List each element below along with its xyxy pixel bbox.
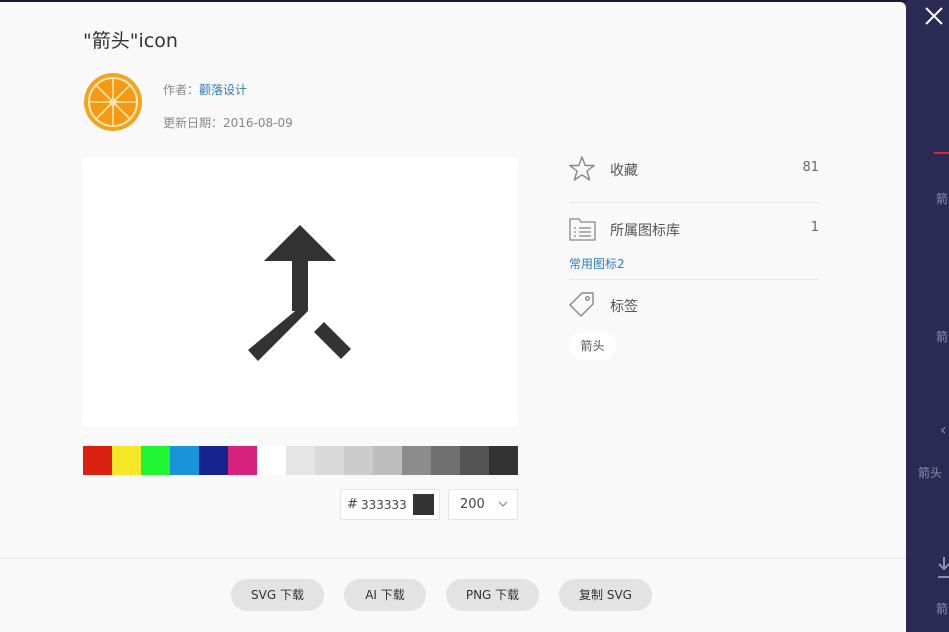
folder-list-icon	[569, 218, 596, 241]
merge-arrow-icon	[248, 225, 351, 361]
author-prefix: 作者：	[163, 83, 200, 97]
tag-icon	[569, 292, 594, 317]
date-prefix: 更新日期：	[163, 116, 224, 130]
footer-divider	[0, 558, 906, 559]
background-item-label: 箭	[936, 192, 949, 206]
icon-title: "箭头"icon	[83, 30, 178, 52]
library-label: 所属图标库	[610, 223, 680, 239]
color-swatch[interactable]	[402, 446, 431, 475]
color-swatch[interactable]	[141, 446, 170, 475]
background-download-icon	[938, 557, 949, 578]
favorite-row[interactable]: 收藏 81	[569, 156, 819, 182]
star-icon	[569, 156, 595, 181]
divider	[569, 279, 819, 280]
library-link[interactable]: 常用图标2	[569, 255, 625, 272]
background-chevron-icon: ‹	[940, 420, 947, 439]
tag-chip[interactable]: 箭头	[569, 332, 616, 360]
color-swatch[interactable]	[199, 446, 228, 475]
icon-preview	[83, 157, 517, 427]
icon-detail-modal: "箭头"icon 作者：颧落设计 更新日期：2016-08-09 # 33333…	[0, 2, 906, 632]
background-active-marker	[934, 152, 949, 154]
color-preview-swatch	[413, 494, 434, 515]
size-value: 200	[460, 497, 485, 512]
author-avatar[interactable]	[83, 72, 143, 132]
color-swatch[interactable]	[489, 446, 518, 475]
background-item-label: 箭头	[918, 466, 943, 480]
color-swatch[interactable]	[83, 446, 112, 475]
color-palette	[83, 446, 518, 475]
author-link[interactable]: 颧落设计	[199, 83, 247, 97]
tag-row: 标签	[569, 292, 819, 318]
color-swatch[interactable]	[170, 446, 199, 475]
color-swatch[interactable]	[344, 446, 373, 475]
favorite-count: 81	[802, 160, 819, 175]
size-select[interactable]: 200	[448, 489, 518, 520]
close-button[interactable]	[922, 4, 946, 28]
divider	[569, 202, 819, 203]
color-swatch[interactable]	[112, 446, 141, 475]
chevron-down-icon	[498, 501, 508, 507]
color-swatch[interactable]	[315, 446, 344, 475]
color-swatch[interactable]	[286, 446, 315, 475]
color-swatch[interactable]	[373, 446, 402, 475]
copy-svg-button[interactable]: 复制 SVG	[559, 579, 652, 611]
background-item-label: 箭	[936, 602, 949, 616]
ai-download-button[interactable]: AI 下载	[344, 579, 426, 611]
color-swatch[interactable]	[431, 446, 460, 475]
svg-download-button[interactable]: SVG 下载	[231, 579, 324, 611]
close-icon	[925, 7, 943, 25]
favorite-label: 收藏	[610, 163, 638, 179]
color-swatch[interactable]	[460, 446, 489, 475]
author-line: 作者：颧落设计	[163, 81, 247, 98]
background-item-label: 箭	[936, 330, 949, 344]
color-hex-input[interactable]: # 333333	[340, 489, 440, 520]
background-page: 箭 箭 ‹ 箭头 箭	[906, 0, 949, 632]
update-date: 更新日期：2016-08-09	[163, 114, 293, 131]
library-count: 1	[810, 220, 819, 235]
date-value: 2016-08-09	[223, 116, 293, 130]
png-download-button[interactable]: PNG 下载	[446, 579, 539, 611]
color-swatch[interactable]	[257, 446, 286, 475]
library-row: 所属图标库 1	[569, 216, 819, 242]
tag-label: 标签	[610, 299, 638, 315]
hex-value[interactable]: 333333	[361, 498, 407, 512]
hash-symbol: #	[347, 497, 358, 512]
color-swatch[interactable]	[228, 446, 257, 475]
